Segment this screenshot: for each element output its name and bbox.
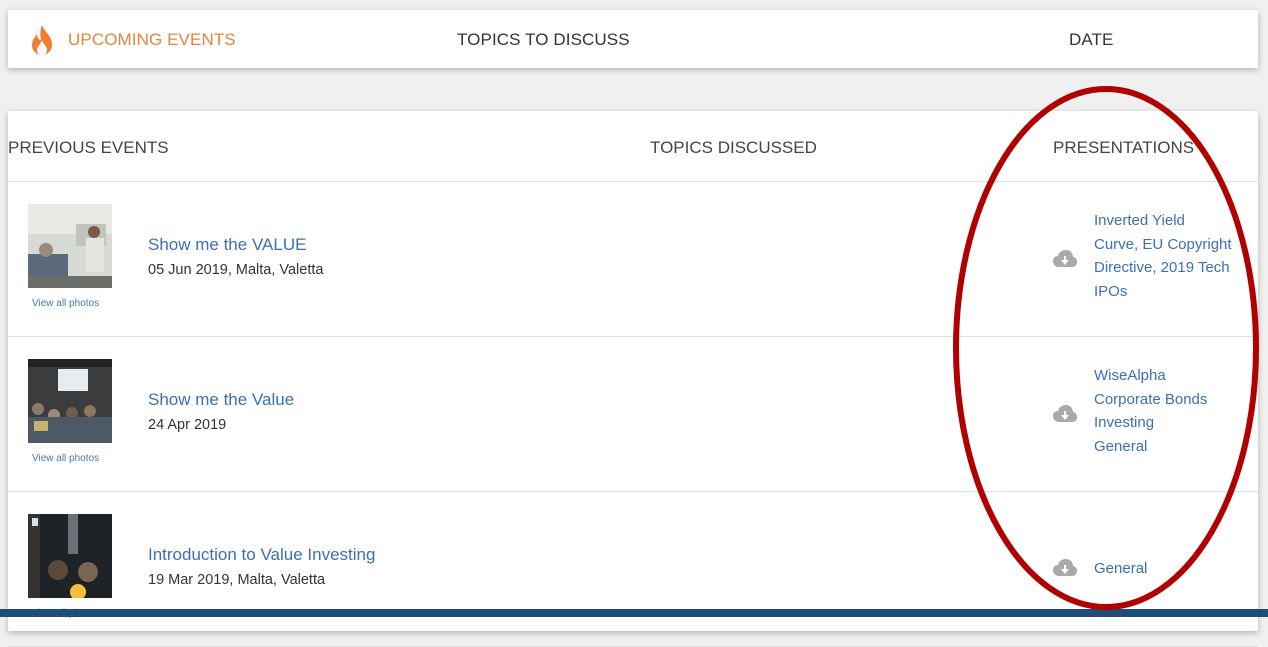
upcoming-events-tab[interactable]: UPCOMING EVENTS <box>68 30 236 50</box>
presentation-line: General <box>1094 560 1148 577</box>
event-title-link[interactable]: Introduction to Value Investing <box>148 545 375 565</box>
presentation-line: WiseAlpha <box>1094 367 1166 384</box>
topics-to-discuss-header: TOPICS TO DISCUSS <box>457 30 630 49</box>
table-row: View all photos Show me the Value 24 Apr… <box>8 337 1258 492</box>
date-header: DATE <box>1069 30 1114 49</box>
event-title-link[interactable]: Show me the Value <box>148 390 294 410</box>
cloud-download-icon[interactable] <box>1053 250 1077 268</box>
cloud-download-icon[interactable] <box>1053 405 1077 423</box>
previous-events-table: PREVIOUS EVENTS TOPICS DISCUSSED PRESENT… <box>8 111 1258 647</box>
event-date: 19 Mar 2019, Malta, Valetta <box>148 572 326 588</box>
table-row: View all photos Introduction to Value In… <box>8 492 1258 647</box>
presentation-line: General <box>1094 437 1148 455</box>
event-date: 24 Apr 2019 <box>148 417 227 433</box>
event-photo-thumbnail[interactable] <box>28 514 112 598</box>
table-header: PREVIOUS EVENTS TOPICS DISCUSSED PRESENT… <box>8 111 1258 182</box>
presentation-line: Directive, 2019 Tech <box>1094 259 1230 276</box>
previous-events-header: PREVIOUS EVENTS <box>8 138 169 157</box>
view-all-photos-link[interactable]: View all photos <box>32 453 99 464</box>
event-date: 05 Jun 2019, Malta, Valetta <box>148 262 324 278</box>
view-all-photos-link[interactable]: View all photos <box>32 298 99 309</box>
upcoming-events-header: UPCOMING EVENTS TOPICS TO DISCUSS DATE <box>8 10 1258 68</box>
presentation-line: Inverted Yield <box>1094 212 1185 229</box>
presentation-line: Investing <box>1094 414 1155 431</box>
presentation-link[interactable]: General <box>1094 557 1254 581</box>
presentation-line: Curve, EU Copyright <box>1094 235 1232 253</box>
flame-icon <box>32 25 52 55</box>
event-photo-thumbnail[interactable] <box>28 359 112 443</box>
presentation-link[interactable]: WiseAlpha Corporate Bonds Investing Gene… <box>1094 364 1254 458</box>
event-photo-thumbnail[interactable] <box>28 204 112 288</box>
bottom-bar <box>0 609 1268 617</box>
table-row: View all photos Show me the VALUE 05 Jun… <box>8 182 1258 337</box>
presentations-header: PRESENTATIONS <box>1053 138 1195 157</box>
cloud-download-icon[interactable] <box>1053 559 1077 577</box>
topics-discussed-header: TOPICS DISCUSSED <box>650 138 817 157</box>
presentation-line: IPOs <box>1094 282 1128 300</box>
presentation-link[interactable]: Inverted Yield Curve, EU Copyright Direc… <box>1094 209 1254 303</box>
event-title-link[interactable]: Show me the VALUE <box>148 235 306 255</box>
presentation-line: Corporate Bonds <box>1094 390 1208 408</box>
